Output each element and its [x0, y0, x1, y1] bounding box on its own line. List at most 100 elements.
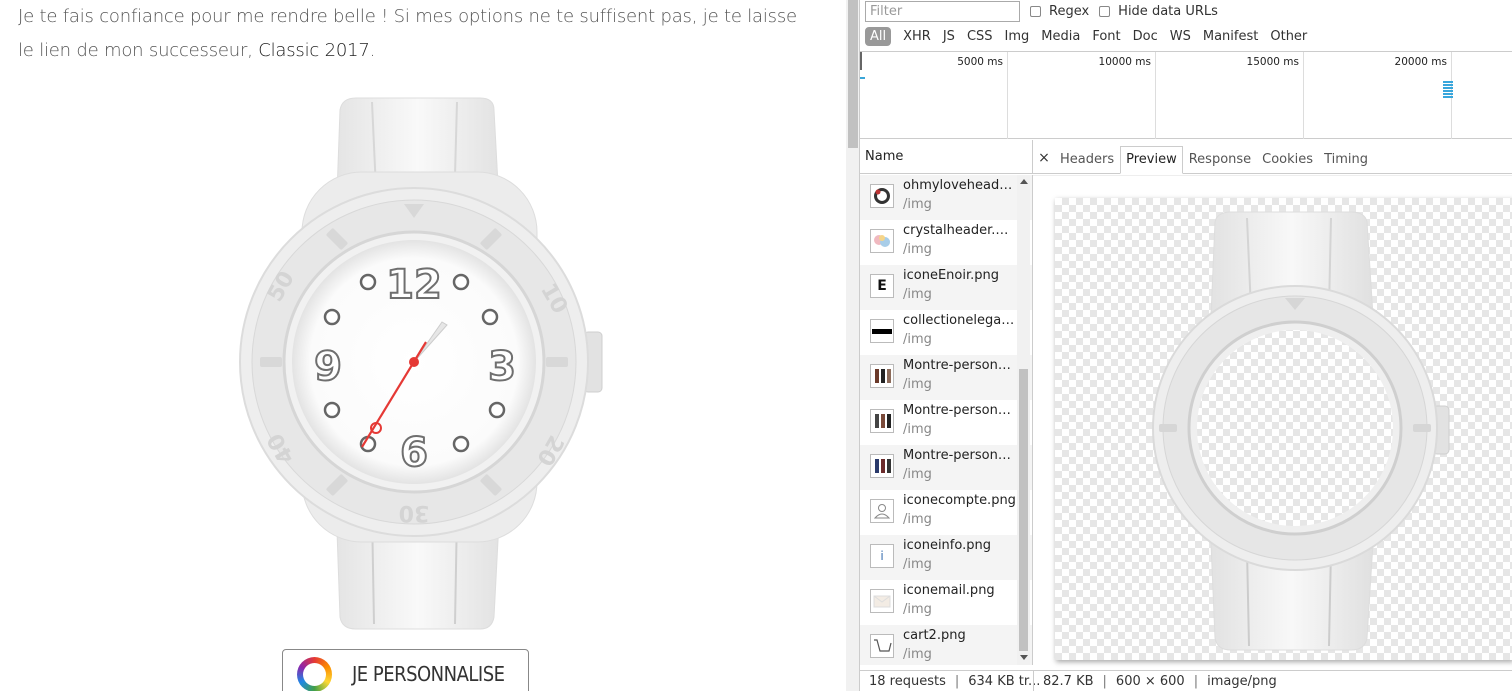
request-list-scrollbar[interactable]: [1017, 175, 1030, 665]
regex-checkbox[interactable]: Regex: [1030, 4, 1089, 19]
crystal-thumb-icon: [870, 229, 894, 253]
request-row[interactable]: i iconeinfo.png /img: [860, 535, 1032, 580]
filter-toolbar: Regex Hide data URLs: [860, 0, 1512, 22]
watch-image: 10 20 30 40 50 12 3 6 9: [239, 97, 603, 630]
filter-js[interactable]: JS: [943, 27, 955, 46]
classic-2017-link[interactable]: Classic 2017: [258, 40, 370, 61]
filter-img[interactable]: Img: [1005, 27, 1030, 46]
image-dimensions: 600 × 600: [1115, 673, 1185, 689]
timeline-tick-10000: 10000 ms: [1008, 52, 1156, 139]
request-row[interactable]: iconemail.png /img: [860, 580, 1032, 625]
dial-numeral-6: 6: [400, 430, 428, 476]
request-name: iconecompte.png: [903, 493, 1016, 508]
intro-paragraph: Je te fais confiance pour me rendre bell…: [18, 0, 818, 68]
info-icon: i: [870, 544, 894, 568]
request-row[interactable]: Montre-personnalis... /img: [860, 355, 1032, 400]
dial-numeral-9: 9: [314, 344, 342, 390]
filter-ws[interactable]: WS: [1170, 27, 1191, 46]
request-list-scrollbar-thumb[interactable]: [1019, 369, 1028, 651]
timeline-overview[interactable]: 5000 ms 10000 ms 15000 ms 20000 ms: [860, 51, 1512, 139]
request-row[interactable]: Montre-personnalis... /img: [860, 445, 1032, 490]
request-name: Montre-personnalis...: [903, 358, 1016, 373]
watches-thumb-icon: [870, 409, 894, 433]
request-row[interactable]: iconecompte.png /img: [860, 490, 1032, 535]
mime-type: image/png: [1207, 673, 1277, 689]
black-bar-icon: [870, 319, 894, 343]
personalize-button-label: JE PERSONNALISE: [352, 662, 505, 686]
regex-label: Regex: [1049, 3, 1090, 19]
request-name: Montre-personnalis...: [903, 448, 1016, 463]
watches-thumb-icon: [870, 454, 894, 478]
page-scrollbar[interactable]: [846, 0, 860, 691]
request-row[interactable]: ohmyloveheader.png /img: [860, 175, 1032, 220]
timeline-tick-15000: 15000 ms: [1156, 52, 1304, 139]
request-name: iconeinfo.png: [903, 538, 991, 553]
hide-data-urls-checkbox-box[interactable]: [1099, 5, 1111, 17]
filter-doc[interactable]: Doc: [1133, 27, 1158, 46]
preview-info: 82.7 KB | 600 × 600 | image/png: [1033, 671, 1286, 691]
scroll-up-arrow-icon[interactable]: [1020, 179, 1028, 184]
request-row[interactable]: cart2.png /img: [860, 625, 1032, 665]
filter-media[interactable]: Media: [1041, 27, 1080, 46]
account-icon: [870, 499, 894, 523]
close-icon[interactable]: ×: [1033, 150, 1055, 173]
info-glyph: i: [880, 549, 884, 563]
request-type: /img: [903, 647, 932, 662]
tab-preview[interactable]: Preview: [1120, 146, 1183, 174]
page-scrollbar-thumb[interactable]: [848, 0, 858, 148]
filter-css[interactable]: CSS: [967, 27, 993, 46]
request-name: collectionelegance...: [903, 313, 1016, 328]
request-type: /img: [903, 332, 932, 347]
type-filter-bar: All XHR JS CSS Img Media Font Doc WS Man…: [860, 25, 1512, 47]
tick-label-10000: 10000 ms: [1098, 56, 1151, 68]
scroll-down-arrow-icon[interactable]: [1020, 655, 1028, 660]
filter-font[interactable]: Font: [1092, 27, 1120, 46]
filter-manifest[interactable]: Manifest: [1203, 27, 1258, 46]
request-type: /img: [903, 242, 932, 257]
request-name: iconemail.png: [903, 583, 995, 598]
intro-end: .: [369, 40, 376, 61]
request-row[interactable]: Montre-personnalis... /img: [860, 400, 1032, 445]
status-bar: 18 requests | 634 KB tr... 82.7 KB | 600…: [860, 670, 1512, 691]
tab-response[interactable]: Response: [1184, 152, 1256, 173]
request-type: /img: [903, 512, 932, 527]
request-row[interactable]: crystalheader.png /img: [860, 220, 1032, 265]
name-header-label: Name: [865, 149, 904, 164]
request-name: Montre-personnalis...: [903, 403, 1016, 418]
tab-timing[interactable]: Timing: [1319, 152, 1373, 173]
request-row[interactable]: collectionelegance... /img: [860, 310, 1032, 355]
request-name: ohmyloveheader.png: [903, 178, 1016, 193]
request-type: /img: [903, 287, 932, 302]
personalize-button[interactable]: JE PERSONNALISE: [282, 649, 529, 691]
watch-case-preview-image: [1152, 211, 1450, 651]
filter-input[interactable]: [865, 0, 1020, 22]
request-name: cart2.png: [903, 628, 966, 643]
letter-e-glyph: E: [877, 278, 887, 294]
request-type: /img: [903, 557, 932, 572]
request-count: 18 requests: [869, 673, 946, 689]
watches-thumb-icon: [870, 364, 894, 388]
watch-thumb-icon: [870, 184, 894, 208]
intro-text: Je te fais confiance pour me rendre bell…: [18, 6, 797, 61]
dial-numeral-12: 12: [386, 262, 442, 308]
filter-all[interactable]: All: [865, 26, 892, 46]
tab-headers[interactable]: Headers: [1055, 152, 1119, 173]
regex-checkbox-box[interactable]: [1030, 5, 1041, 17]
filter-xhr[interactable]: XHR: [903, 27, 931, 46]
image-preview-pane: [1033, 175, 1512, 665]
letter-e-icon: E: [870, 274, 894, 298]
hide-data-urls-label: Hide data URLs: [1118, 3, 1218, 19]
detail-tabs: × Headers Preview Response Cookies Timin…: [1033, 140, 1512, 174]
resource-size: 82.7 KB: [1043, 673, 1094, 689]
color-wheel-icon: [297, 656, 332, 691]
devtools-panel: Regex Hide data URLs All XHR JS CSS Img …: [846, 0, 1512, 691]
transparent-image-preview: [1055, 198, 1512, 660]
hide-data-urls-checkbox[interactable]: Hide data URLs: [1099, 4, 1218, 19]
request-row[interactable]: E iconeEnoir.png /img: [860, 265, 1032, 310]
request-type: /img: [903, 197, 932, 212]
name-column-header[interactable]: Name: [860, 140, 1033, 174]
mail-icon: [870, 589, 894, 613]
dial-numeral-3: 3: [488, 344, 516, 390]
filter-other[interactable]: Other: [1270, 27, 1307, 46]
tab-cookies[interactable]: Cookies: [1257, 152, 1318, 173]
